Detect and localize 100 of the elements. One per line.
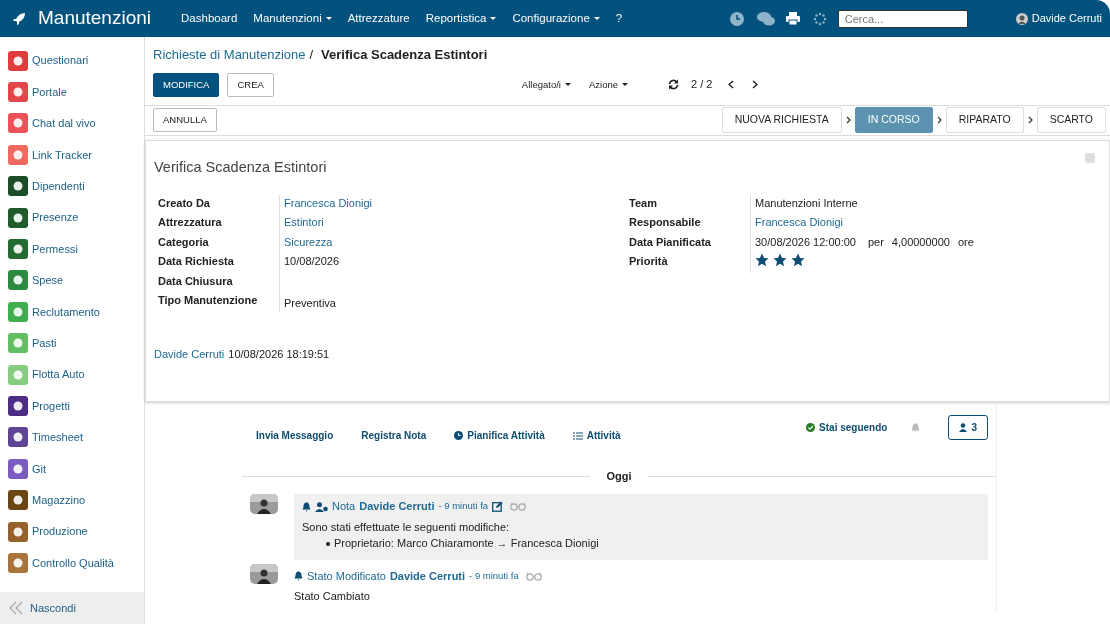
message-author[interactable]: Davide Cerruti <box>359 498 435 515</box>
chatter-action[interactable]: Registra Nota <box>355 427 433 445</box>
field-value: Manutenzioni Interne <box>755 195 858 211</box>
star-icon <box>755 253 769 267</box>
message-text: Stato Cambiato <box>294 589 371 605</box>
nav-menu-item[interactable]: Configurazione <box>506 9 606 28</box>
field-label: Data Pianificata <box>629 234 712 250</box>
sidebar-item[interactable]: Presenze <box>8 201 144 234</box>
chevron-right-icon <box>1027 116 1033 125</box>
field-link[interactable]: Francesca Dionigi <box>755 214 844 231</box>
field-label: Tipo Manutenzione <box>158 293 259 308</box>
caret-icon <box>622 83 628 87</box>
star-icon <box>773 253 787 267</box>
chevron-right-icon <box>936 116 942 125</box>
field-value: 4,00000000 <box>891 234 950 250</box>
nav-menu-item[interactable]: Reportistica <box>419 9 503 28</box>
nav-menu-item[interactable]: Dashboard <box>175 9 244 28</box>
sidebar-item[interactable]: Progetti <box>8 390 144 422</box>
field-link[interactable]: Sicurezza <box>284 233 333 250</box>
edit-icon <box>492 501 504 512</box>
check-circle-icon <box>806 423 816 433</box>
sidebar-item[interactable]: Git <box>8 453 144 485</box>
edit-button[interactable]: MODIFICA <box>153 72 220 97</box>
field-link[interactable]: Francesca Dionigi <box>284 194 373 211</box>
breadcrumb-current: Verifica Scadenza Estintori <box>321 46 488 64</box>
loading-icon <box>812 11 827 26</box>
bell-icon <box>302 501 311 512</box>
form-title: Verifica Scadenza Estintori <box>154 157 327 177</box>
field-label: Team <box>629 195 658 211</box>
nav-menu-item[interactable]: Attrezzature <box>341 9 416 28</box>
chatter-action[interactable]: Pianifica Attività <box>448 427 551 445</box>
field-label: Attrezzatura <box>158 215 223 230</box>
sidebar-item[interactable]: Controllo Qualità <box>8 547 144 579</box>
breadcrumb-link[interactable]: Richieste di Manutenzione <box>153 45 306 65</box>
breadcrumb-separator: / <box>309 46 314 64</box>
sidebar-item[interactable]: Produzione <box>8 515 144 548</box>
following-status: Stai seguendo <box>819 421 888 436</box>
sidebar-item[interactable]: Reclutamento <box>8 296 144 328</box>
stage-button[interactable]: RIPARATO <box>945 107 1024 134</box>
stage-button[interactable]: SCARTO <box>1036 107 1106 134</box>
rocket-icon <box>12 11 26 26</box>
create-button[interactable]: CREA <box>227 72 274 97</box>
message-type: Stato Modificato <box>307 568 386 584</box>
list-icon <box>572 431 583 440</box>
form-checkbox[interactable] <box>1085 152 1095 163</box>
message-time: - 9 minuti fa <box>438 499 489 514</box>
glasses-icon <box>525 571 542 581</box>
chevron-right-icon <box>845 116 851 125</box>
person-icon <box>959 423 968 433</box>
nav-menu-item[interactable]: Manutenzioni <box>247 9 338 28</box>
field-link[interactable]: Estintori <box>284 214 324 231</box>
chevron-right-icon <box>752 80 759 90</box>
message-text: Sono stati effettuate le seguenti modifiche: <box>302 519 511 535</box>
bullet-icon <box>326 541 330 546</box>
user-gear-icon <box>315 501 328 512</box>
message-author[interactable]: Davide Cerruti <box>389 567 466 585</box>
sidebar-item[interactable]: Magazzino <box>8 484 144 516</box>
search-field[interactable]: Cerca... <box>837 9 968 28</box>
dropdown-button[interactable]: Allegato/i <box>521 77 571 92</box>
field-label: Data Chiusura <box>158 273 234 289</box>
sidebar-item[interactable]: Spese <box>8 264 144 297</box>
timestamp: 10/08/2026 18:19:51 <box>228 346 330 362</box>
chat-icon <box>756 11 775 26</box>
field-value: per <box>867 234 884 250</box>
hide-sidebar-button[interactable]: Nascondi <box>0 592 144 624</box>
author-link[interactable]: Davide Cerruti <box>154 345 225 362</box>
clock-icon <box>729 11 744 26</box>
sidebar-item[interactable]: Link Tracker <box>8 139 144 171</box>
cancel-button[interactable]: ANNULLA <box>153 108 217 133</box>
field-value: Preventiva <box>284 296 336 311</box>
printer-icon <box>785 12 800 25</box>
app-title: Manutenzioni <box>38 6 152 31</box>
sidebar-item[interactable]: Portale <box>8 76 144 108</box>
sidebar-item[interactable]: Timesheet <box>8 421 144 454</box>
nav-menu-item[interactable]: ? <box>609 9 629 28</box>
bell-icon <box>294 571 303 581</box>
field-label: Categoria <box>158 234 210 250</box>
field-label: Creato Da <box>158 195 211 211</box>
sidebar-item[interactable]: Questionari <box>8 45 144 77</box>
chatter-action[interactable]: Invia Messaggio <box>250 427 340 445</box>
pager-counter: 2 / 2 <box>691 77 713 93</box>
stage-button[interactable]: NUOVA RICHIESTA <box>721 107 842 134</box>
field-value: 10/08/2026 <box>284 254 340 269</box>
user-name[interactable]: Davide Cerruti <box>1031 10 1102 27</box>
sidebar-item[interactable]: Dipendenti <box>8 170 144 202</box>
sidebar-item[interactable]: Permessi <box>8 233 144 265</box>
message-type: Nota <box>332 499 356 515</box>
followers-button[interactable]: 3 <box>948 415 988 441</box>
glasses-icon <box>510 502 527 511</box>
field-label: Data Richiesta <box>158 254 235 269</box>
dropdown-button[interactable]: Azione <box>588 77 628 92</box>
sidebar-item[interactable]: Pasti <box>8 327 144 359</box>
chevron-left-icon <box>728 80 735 90</box>
field-value: ore <box>957 234 974 250</box>
clock-icon <box>454 431 464 441</box>
chatter-action[interactable]: Attività <box>566 427 627 445</box>
sidebar-item[interactable]: Chat dal vivo <box>8 107 144 140</box>
field-label: Priorità <box>629 254 669 269</box>
sidebar-item[interactable]: Flotta Auto <box>8 358 144 391</box>
date-separator: Oggi <box>605 468 633 484</box>
